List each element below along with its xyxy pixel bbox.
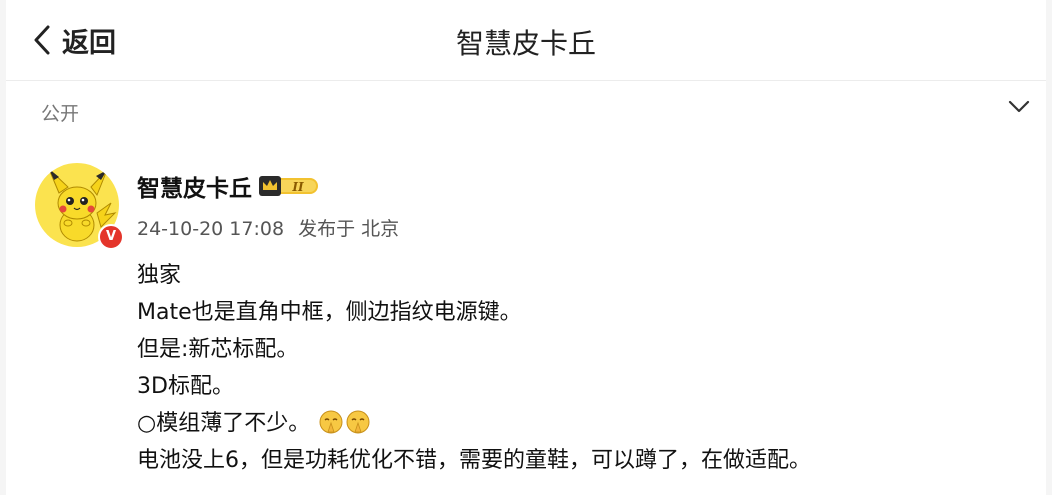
post-line: 但是:新芯标配。 [137, 337, 299, 362]
post-line: 3D标配。 [137, 374, 234, 399]
post-meta: 24-10-20 17:08 发布于 北京 [137, 214, 399, 241]
author-name[interactable]: 智慧皮卡丘 [137, 169, 252, 203]
pray-emoji-icon [345, 408, 371, 446]
post-source: 发布于 北京 [298, 218, 400, 240]
level-badge[interactable]: II [258, 174, 320, 198]
post-timestamp: 24-10-20 17:08 [137, 218, 285, 240]
post-line: 电池没上6，但是功耗优化不错，需要的童鞋，可以蹲了，在做适配。 [137, 448, 811, 473]
author-line: 智慧皮卡丘 II [137, 170, 320, 202]
pray-emoji-icon [318, 408, 344, 446]
chevron-down-icon [1008, 100, 1030, 113]
top-navigation-bar: 返回 智慧皮卡丘 [6, 0, 1046, 81]
post-content: 独家 Mate也是直角中框，侧边指纹电源键。 但是:新芯标配。 3D标配。 ○模… [137, 257, 1027, 479]
post-line-with-emoji: ○模组薄了不少。 [137, 405, 1027, 442]
post-detail-page: 返回 智慧皮卡丘 公开 V 智慧皮卡丘 II 24-10-20 17:08 发布… [6, 0, 1046, 495]
verified-badge: V [98, 224, 124, 250]
visibility-label: 公开 [41, 103, 80, 125]
post-line-text: ○模组薄了不少。 [137, 411, 311, 436]
author-avatar[interactable]: V [35, 163, 124, 251]
crown-level-icon: II [259, 176, 318, 196]
visibility-selector[interactable]: 公开 [6, 82, 1046, 138]
svg-text:II: II [291, 180, 304, 194]
post-line: Mate也是直角中框，侧边指纹电源键。 [137, 300, 522, 325]
page-title: 智慧皮卡丘 [455, 27, 596, 60]
post-line: 独家 [137, 263, 182, 288]
